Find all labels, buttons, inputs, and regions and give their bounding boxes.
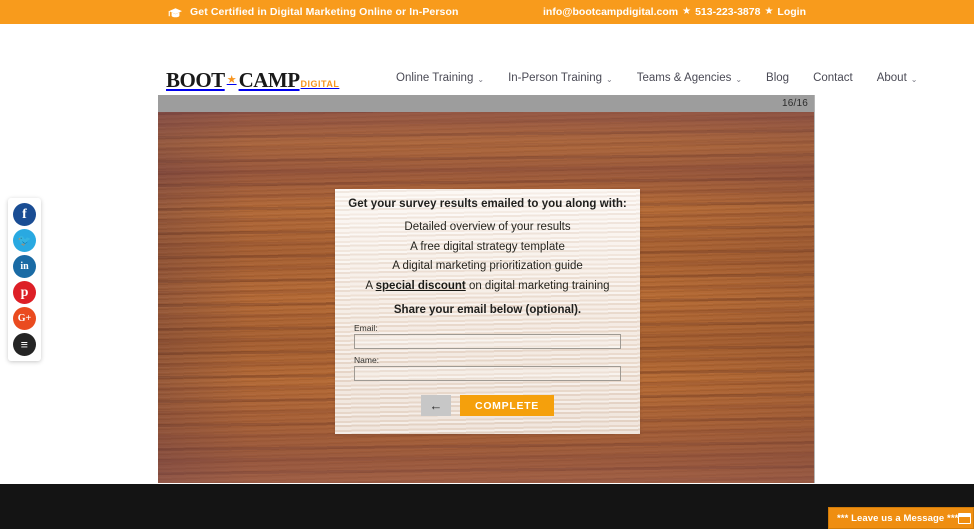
nav-item-in-person-training[interactable]: In-Person Training ⌄ bbox=[508, 72, 613, 84]
nav-label-in-person-training: In-Person Training bbox=[508, 72, 603, 84]
leave-message-chat-widget[interactable]: *** Leave us a Message *** bbox=[828, 507, 974, 529]
survey-card-heading: Get your survey results emailed to you a… bbox=[348, 198, 627, 210]
benefit-item: A digital marketing prioritization guide bbox=[335, 257, 640, 277]
complete-button[interactable]: COMPLETE bbox=[460, 395, 554, 416]
benefit-text-pre: A bbox=[365, 279, 376, 292]
topbar-phone-link[interactable]: 513-223-3878 bbox=[695, 6, 760, 18]
buffer-icon[interactable]: ≡ bbox=[13, 333, 36, 356]
email-input[interactable] bbox=[354, 334, 621, 349]
survey-card: Get your survey results emailed to you a… bbox=[335, 189, 640, 434]
topbar-tagline: Get Certified in Digital Marketing Onlin… bbox=[190, 6, 459, 18]
nav-item-blog[interactable]: Blog bbox=[766, 72, 789, 84]
logo-text-digital: DIGITAL bbox=[300, 79, 340, 89]
benefit-item: A special discount on digital marketing … bbox=[335, 277, 640, 297]
back-button[interactable]: ← bbox=[421, 395, 452, 416]
star-separator-icon-1: ★ bbox=[682, 6, 692, 17]
linkedin-icon[interactable]: in bbox=[13, 255, 36, 278]
nav-item-about[interactable]: About ⌄ bbox=[877, 72, 918, 84]
survey-benefits-list: Detailed overview of your results A free… bbox=[335, 218, 640, 296]
benefit-text: A free digital strategy template bbox=[410, 240, 565, 253]
nav-label-teams-agencies: Teams & Agencies bbox=[636, 72, 732, 84]
social-share-rail: f 🐦 in р G+ ≡ bbox=[8, 198, 41, 361]
survey-embed-frame: 16/16 Get your survey results emailed to… bbox=[158, 95, 815, 483]
pinterest-icon[interactable]: р bbox=[13, 281, 36, 304]
nav-label-about: About bbox=[876, 72, 907, 84]
page-root: Get Certified in Digital Marketing Onlin… bbox=[0, 0, 974, 529]
nav-label-contact: Contact bbox=[813, 72, 853, 84]
chevron-down-icon-about: ⌄ bbox=[910, 74, 918, 84]
benefit-item: Detailed overview of your results bbox=[335, 218, 640, 238]
main-navigation: Online Training ⌄ In-Person Training ⌄ T… bbox=[396, 72, 917, 84]
name-input[interactable] bbox=[354, 366, 621, 381]
chevron-down-icon-in-person-training: ⌄ bbox=[606, 74, 613, 84]
topbar-contact-group: info@bootcampdigital.com ★ 513-223-3878 … bbox=[543, 0, 806, 24]
site-header: BOOT ★ CAMP DIGITAL Online Training ⌄ In… bbox=[0, 24, 974, 92]
name-field-label: Name: bbox=[354, 355, 380, 365]
arrow-left-icon: ← bbox=[429, 398, 443, 413]
topbar-email-link[interactable]: info@bootcampdigital.com bbox=[543, 6, 678, 18]
topbar-login-link[interactable]: Login bbox=[777, 6, 806, 18]
benefit-item: A free digital strategy template bbox=[335, 238, 640, 258]
special-discount-link[interactable]: special discount bbox=[376, 280, 466, 292]
nav-label-online-training: Online Training bbox=[396, 72, 474, 84]
twitter-icon[interactable]: 🐦 bbox=[13, 229, 36, 252]
top-announcement-bar: Get Certified in Digital Marketing Onlin… bbox=[0, 0, 974, 24]
nav-item-teams-agencies[interactable]: Teams & Agencies ⌄ bbox=[637, 72, 742, 84]
topbar-tagline-group: Get Certified in Digital Marketing Onlin… bbox=[168, 0, 459, 24]
logo-text-boot: BOOT bbox=[166, 68, 225, 92]
survey-progress-count: 16/16 bbox=[781, 98, 808, 109]
survey-wood-background: Get your survey results emailed to you a… bbox=[158, 112, 814, 483]
logo-text-camp: CAMP bbox=[238, 68, 300, 92]
nav-item-online-training[interactable]: Online Training ⌄ bbox=[396, 72, 484, 84]
google-plus-icon[interactable]: G+ bbox=[13, 307, 36, 330]
chat-window-icon[interactable] bbox=[958, 512, 972, 524]
survey-progress-bar: 16/16 bbox=[158, 95, 814, 112]
logo-star-icon: ★ bbox=[226, 74, 237, 86]
benefit-text: Detailed overview of your results bbox=[404, 221, 571, 233]
graduation-cap-icon bbox=[168, 6, 183, 18]
survey-button-row: ← COMPLETE bbox=[335, 395, 640, 416]
chevron-down-icon-online-training: ⌄ bbox=[477, 74, 485, 84]
chevron-down-icon-teams-agencies: ⌄ bbox=[735, 74, 743, 84]
benefit-text: A digital marketing prioritization guide bbox=[392, 260, 583, 272]
site-logo[interactable]: BOOT ★ CAMP DIGITAL bbox=[166, 68, 339, 93]
nav-item-contact[interactable]: Contact bbox=[813, 72, 853, 84]
star-separator-icon-2: ★ bbox=[764, 6, 774, 17]
share-email-heading: Share your email below (optional). bbox=[393, 304, 582, 316]
email-field-label: Email: bbox=[354, 323, 378, 333]
nav-label-blog: Blog bbox=[766, 72, 790, 84]
benefit-text-post: on digital marketing training bbox=[465, 279, 610, 292]
facebook-icon[interactable]: f bbox=[13, 203, 36, 226]
chat-widget-label: *** Leave us a Message *** bbox=[837, 512, 959, 524]
